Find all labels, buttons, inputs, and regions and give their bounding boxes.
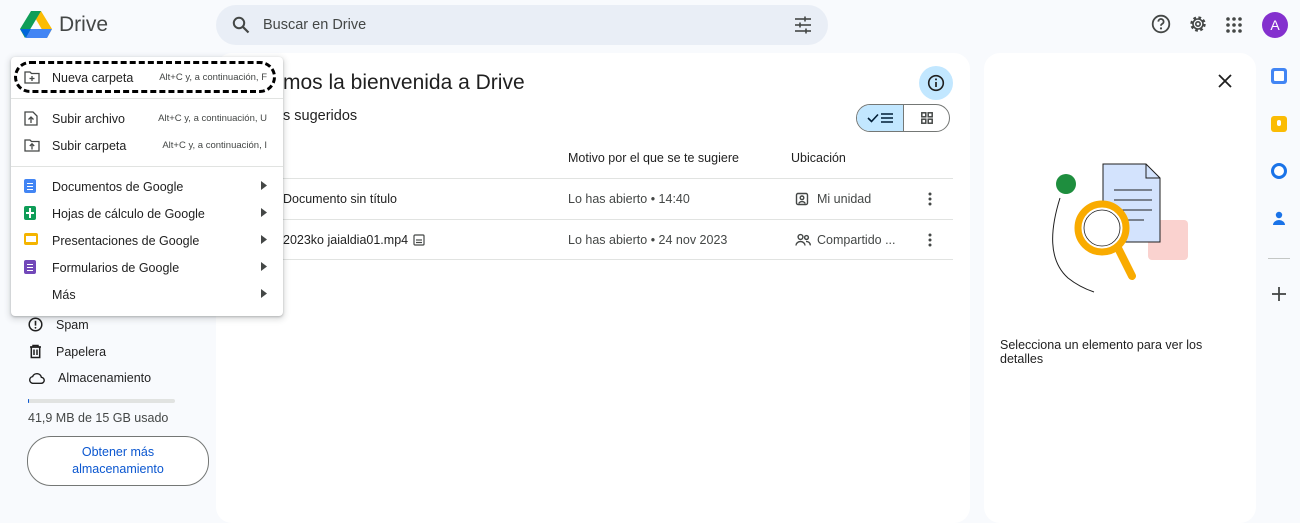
menu-item-label: Subir archivo bbox=[52, 112, 125, 126]
storage-usage-text: 41,9 MB de 15 GB usado bbox=[28, 411, 169, 425]
get-addons-icon[interactable] bbox=[1270, 285, 1288, 303]
search-bar[interactable]: Buscar en Drive bbox=[216, 5, 828, 45]
menu-item-label: Nueva carpeta bbox=[52, 71, 134, 85]
divider bbox=[1268, 258, 1290, 259]
keep-icon[interactable] bbox=[1271, 116, 1287, 132]
google-forms-icon bbox=[24, 260, 36, 274]
trash-icon bbox=[28, 344, 43, 359]
storage-usage-bar bbox=[28, 399, 175, 403]
file-reason: Lo has abierto • 14:40 bbox=[568, 192, 690, 206]
calendar-icon[interactable] bbox=[1271, 68, 1287, 84]
menu-item-label: Subir carpeta bbox=[52, 139, 127, 153]
menu-item-google-sheets[interactable]: Hojas de cálculo de Google bbox=[11, 200, 283, 227]
menu-item-label: Presentaciones de Google bbox=[52, 234, 200, 248]
sidebar-item-label: Spam bbox=[56, 317, 89, 332]
more-actions-icon[interactable] bbox=[922, 191, 938, 207]
submenu-arrow-icon bbox=[261, 208, 267, 217]
menu-item-google-forms[interactable]: Formularios de Google bbox=[11, 254, 283, 281]
menu-item-label: Más bbox=[52, 288, 76, 302]
submenu-arrow-icon bbox=[261, 235, 267, 244]
grid-icon bbox=[920, 112, 933, 124]
menu-item-new-folder[interactable]: Nueva carpeta Alt+C y, a continuación, F bbox=[11, 64, 283, 91]
upload-folder-icon bbox=[24, 138, 40, 152]
menu-divider bbox=[11, 166, 283, 167]
page-title: mos la bienvenida a Drive bbox=[283, 71, 525, 94]
submenu-arrow-icon bbox=[261, 262, 267, 271]
submenu-arrow-icon bbox=[261, 181, 267, 190]
menu-item-shortcut: Alt+C y, a continuación, F bbox=[159, 72, 267, 83]
file-name[interactable]: 2023ko jaialdia01.mp4 bbox=[283, 233, 408, 247]
search-icon[interactable] bbox=[232, 16, 250, 34]
file-location: Mi unidad bbox=[817, 192, 872, 206]
sidebar-item-trash[interactable]: Papelera bbox=[28, 344, 106, 359]
shared-icon bbox=[795, 233, 811, 247]
view-toggle[interactable] bbox=[856, 104, 950, 132]
new-item-menu: Nueva carpeta Alt+C y, a continuación, F… bbox=[11, 57, 283, 316]
column-header-reason[interactable]: Motivo por el que se te sugiere bbox=[568, 151, 739, 165]
menu-item-upload-folder[interactable]: Subir carpeta Alt+C y, a continuación, I bbox=[11, 132, 283, 159]
menu-divider bbox=[11, 98, 283, 99]
sidebar-item-label: Papelera bbox=[56, 344, 107, 359]
new-folder-icon bbox=[24, 70, 40, 84]
cloud-icon bbox=[28, 371, 45, 385]
file-name[interactable]: Documento sin título bbox=[283, 192, 397, 206]
app-title[interactable]: Drive bbox=[59, 13, 108, 37]
settings-icon[interactable] bbox=[1188, 14, 1208, 34]
tasks-icon[interactable] bbox=[1271, 163, 1287, 179]
search-input[interactable]: Buscar en Drive bbox=[263, 17, 366, 33]
menu-item-google-slides[interactable]: Presentaciones de Google bbox=[11, 227, 283, 254]
menu-item-google-docs[interactable]: Documentos de Google bbox=[11, 173, 283, 200]
google-slides-icon bbox=[24, 233, 38, 245]
google-sheets-icon bbox=[24, 206, 36, 220]
apps-grid-icon[interactable] bbox=[1225, 16, 1243, 34]
sidebar-item-spam[interactable]: Spam bbox=[28, 317, 89, 332]
menu-item-label: Hojas de cálculo de Google bbox=[52, 207, 205, 221]
account-avatar[interactable]: A bbox=[1262, 12, 1288, 38]
menu-item-upload-file[interactable]: Subir archivo Alt+C y, a continuación, U bbox=[11, 105, 283, 132]
video-file-icon bbox=[413, 234, 425, 246]
drive-logo-icon[interactable] bbox=[20, 11, 52, 39]
divider bbox=[283, 219, 953, 220]
submenu-arrow-icon bbox=[261, 289, 267, 298]
check-icon bbox=[867, 113, 879, 123]
upload-file-icon bbox=[24, 111, 38, 126]
sidebar-item-label: Almacenamiento bbox=[58, 371, 152, 385]
list-icon bbox=[881, 113, 893, 123]
info-icon bbox=[919, 74, 953, 92]
get-more-storage-button[interactable]: Obtener más almacenamiento bbox=[27, 436, 209, 486]
divider bbox=[283, 178, 953, 179]
spam-icon bbox=[28, 317, 43, 332]
get-more-storage-label-2: almacenamiento bbox=[72, 462, 164, 476]
file-location: Compartido ... bbox=[817, 233, 896, 247]
contacts-icon[interactable] bbox=[1271, 210, 1287, 226]
divider bbox=[283, 259, 953, 260]
menu-item-label: Documentos de Google bbox=[52, 180, 184, 194]
get-more-storage-label-1: Obtener más bbox=[81, 445, 155, 459]
search-options-icon[interactable] bbox=[794, 16, 812, 34]
column-header-location[interactable]: Ubicación bbox=[791, 151, 846, 165]
my-drive-icon bbox=[795, 192, 809, 206]
menu-item-more[interactable]: Más bbox=[11, 281, 283, 308]
storage-usage-fill bbox=[28, 399, 30, 403]
google-docs-icon bbox=[24, 179, 36, 193]
menu-item-shortcut: Alt+C y, a continuación, U bbox=[158, 113, 267, 124]
more-actions-icon[interactable] bbox=[922, 232, 938, 248]
empty-details-illustration-icon bbox=[1048, 160, 1190, 296]
help-icon[interactable] bbox=[1151, 14, 1171, 34]
list-view-button[interactable] bbox=[857, 105, 904, 131]
details-empty-message: Selecciona un elemento para ver los deta… bbox=[1000, 338, 1203, 366]
grid-view-button[interactable] bbox=[904, 105, 949, 131]
file-reason: Lo has abierto • 24 nov 2023 bbox=[568, 233, 728, 247]
menu-item-label: Formularios de Google bbox=[52, 261, 180, 275]
sidebar-item-storage[interactable]: Almacenamiento bbox=[28, 371, 151, 385]
suggested-files-heading: s sugeridos bbox=[283, 108, 358, 124]
menu-item-shortcut: Alt+C y, a continuación, I bbox=[162, 140, 267, 151]
close-icon[interactable] bbox=[1217, 73, 1233, 89]
details-toggle-button[interactable] bbox=[919, 66, 953, 100]
